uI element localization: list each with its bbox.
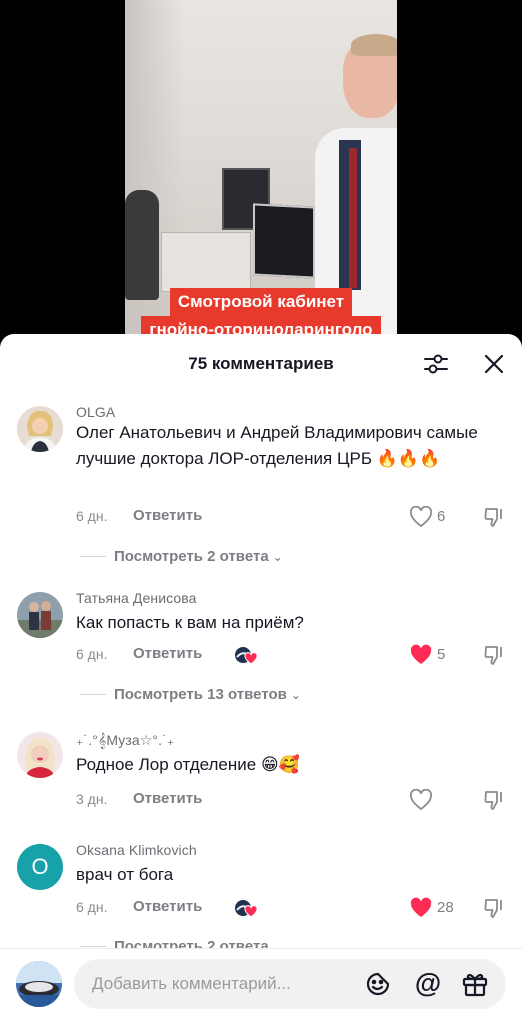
gift-button[interactable] (461, 970, 489, 998)
thumbs-down-icon (484, 899, 502, 918)
desk (161, 232, 251, 292)
emoji-icon (366, 972, 390, 996)
chevron-down-icon: ⌄ (290, 687, 301, 702)
comment-author[interactable]: Oksana Klimkovich (76, 842, 197, 858)
heart-outline-icon (409, 505, 433, 528)
mention-button[interactable]: @ (413, 968, 443, 998)
dislike-button[interactable] (483, 506, 505, 528)
creator-liked-icon (234, 646, 260, 666)
thumbs-down-icon (484, 791, 502, 810)
close-button[interactable] (482, 352, 506, 376)
comment-input-wrap: @ (74, 959, 506, 1009)
like-count: 5 (437, 646, 446, 663)
doctor (315, 34, 397, 340)
creator-liked-icon (234, 899, 260, 919)
comment-author[interactable]: ₊˙.°𝄞Муза☆°.˙₊ (76, 732, 174, 749)
comment-composer: @ (0, 948, 522, 1024)
monitor (253, 203, 315, 279)
dislike-button[interactable] (483, 644, 505, 666)
view-replies-button[interactable]: Посмотреть 13 ответов ⌄ (80, 686, 301, 703)
close-icon (484, 354, 504, 374)
comments-sheet: 75 комментариев OLGA Олег Анатольевич и … (0, 334, 522, 1024)
like-button[interactable] (409, 897, 433, 919)
sliders-icon (424, 354, 448, 374)
like-button[interactable] (409, 505, 433, 528)
sheet-header: 75 комментариев (0, 334, 522, 394)
avatar[interactable] (17, 592, 63, 638)
avatar[interactable] (17, 732, 63, 778)
comment-author[interactable]: OLGA (76, 404, 115, 420)
video-frame (125, 0, 397, 340)
heart-outline-icon (409, 788, 433, 811)
reply-button[interactable]: Ответить (133, 790, 202, 807)
exam-chair (125, 190, 159, 300)
thumbs-down-icon (484, 508, 502, 527)
avatar[interactable] (17, 406, 63, 452)
comment-input[interactable] (92, 959, 362, 1009)
reply-button[interactable]: Ответить (133, 898, 202, 915)
reply-button[interactable]: Ответить (133, 645, 202, 662)
comment-text: Олег Анатольевич и Андрей Владимирович с… (76, 423, 478, 468)
like-count: 28 (437, 899, 454, 916)
like-button[interactable] (409, 788, 433, 811)
reply-button[interactable]: Ответить (133, 507, 202, 524)
video-player[interactable]: Смотровой кабинет гнойно-оториноларингол… (0, 0, 522, 344)
avatar[interactable]: O (17, 844, 63, 890)
comment-age: 6 дн. (76, 508, 108, 524)
heart-filled-icon (410, 644, 432, 664)
like-button[interactable] (409, 644, 433, 666)
dislike-button[interactable] (483, 789, 505, 811)
dislike-button[interactable] (483, 897, 505, 919)
emoji-button[interactable] (364, 970, 392, 998)
comment-text: Родное Лор отделение 😁🥰 (76, 755, 300, 774)
comment-age: 6 дн. (76, 899, 108, 915)
comment-text: врач от бога (76, 865, 174, 884)
comment-text: Как попасть к вам на приём? (76, 613, 304, 632)
view-replies-button[interactable]: Посмотреть 2 ответа ⌄ (80, 548, 283, 565)
comment-age: 3 дн. (76, 791, 108, 807)
thumbs-down-icon (484, 646, 502, 665)
filter-button[interactable] (423, 351, 449, 377)
comment-author[interactable]: Татьяна Денисова (76, 590, 197, 606)
chevron-down-icon: ⌄ (272, 549, 283, 564)
heart-filled-icon (410, 897, 432, 917)
my-avatar[interactable] (16, 961, 62, 1007)
like-count: 6 (437, 508, 446, 525)
gift-icon (462, 973, 488, 997)
comment-age: 6 дн. (76, 646, 108, 662)
